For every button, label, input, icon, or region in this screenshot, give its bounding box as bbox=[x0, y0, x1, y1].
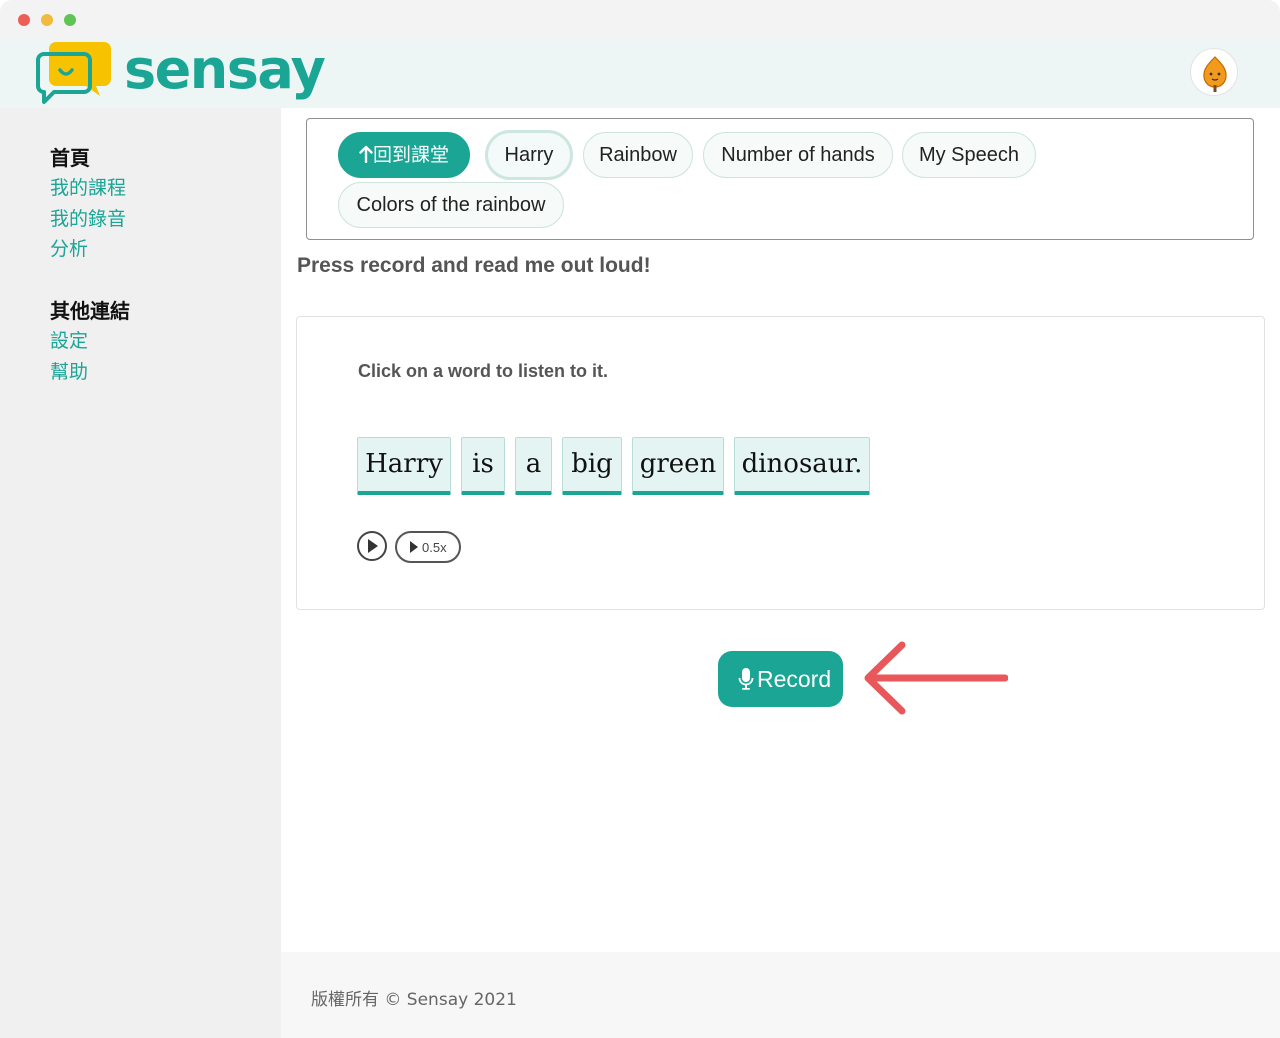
lesson-tab-harry[interactable]: Harry bbox=[485, 130, 573, 180]
lesson-tab-number-of-hands[interactable]: Number of hands bbox=[703, 132, 893, 178]
sweet-potato-avatar-icon bbox=[1203, 56, 1227, 92]
lesson-tab-colors-of-the-rainbow[interactable]: Colors of the rainbow bbox=[338, 182, 564, 228]
sidebar-item-my-recordings[interactable]: 我的錄音 bbox=[50, 204, 126, 231]
play-icon bbox=[368, 539, 378, 553]
listen-hint: Click on a word to listen to it. bbox=[358, 361, 609, 381]
word-harry[interactable]: Harry bbox=[357, 437, 451, 495]
sidebar-heading-other-links: 其他連結 bbox=[50, 299, 130, 323]
close-window-button[interactable] bbox=[18, 14, 30, 26]
window-titlebar bbox=[0, 0, 1280, 40]
word-green[interactable]: green bbox=[632, 437, 724, 495]
sidebar-item-help[interactable]: 幫助 bbox=[50, 357, 88, 384]
lesson-navigation: 回到課堂 Harry Rainbow Number of hands My Sp… bbox=[306, 118, 1254, 240]
play-icon bbox=[410, 541, 418, 553]
sidebar: 首頁 我的課程 我的錄音 分析 其他連結 設定 幫助 bbox=[0, 108, 281, 1038]
brand-name[interactable]: sensay bbox=[124, 42, 326, 98]
sidebar-heading-home[interactable]: 首頁 bbox=[50, 142, 90, 171]
sensay-logo-icon[interactable] bbox=[36, 40, 116, 108]
copyright-text: 版權所有 © Sensay 2021 bbox=[311, 990, 517, 1010]
word-a[interactable]: a bbox=[515, 437, 552, 495]
microphone-icon bbox=[738, 668, 754, 690]
lesson-tab-my-speech[interactable]: My Speech bbox=[902, 132, 1036, 178]
word-dinosaur[interactable]: dinosaur. bbox=[734, 437, 870, 495]
sidebar-item-settings[interactable]: 設定 bbox=[50, 326, 88, 353]
sidebar-item-analytics[interactable]: 分析 bbox=[50, 234, 88, 261]
maximize-window-button[interactable] bbox=[64, 14, 76, 26]
annotation-arrow-icon bbox=[864, 641, 1008, 715]
minimize-window-button[interactable] bbox=[41, 14, 53, 26]
arrow-up-icon bbox=[359, 145, 373, 164]
record-button[interactable]: Record bbox=[718, 651, 843, 707]
word-is[interactable]: is bbox=[461, 437, 505, 495]
back-to-class-button[interactable]: 回到課堂 bbox=[338, 132, 470, 178]
play-slow-button[interactable]: 0.5x bbox=[395, 531, 461, 563]
reading-prompt: Press record and read me out loud! bbox=[297, 254, 651, 277]
word-big[interactable]: big bbox=[562, 437, 622, 495]
user-avatar[interactable] bbox=[1190, 48, 1238, 96]
play-sentence-button[interactable] bbox=[357, 531, 387, 561]
record-label: Record bbox=[757, 666, 832, 692]
sidebar-item-my-courses[interactable]: 我的課程 bbox=[50, 173, 126, 200]
back-to-class-label: 回到課堂 bbox=[372, 144, 449, 166]
lesson-tab-rainbow[interactable]: Rainbow bbox=[583, 132, 693, 178]
app-header: sensay bbox=[0, 40, 1280, 108]
play-speed-label: 0.5x bbox=[422, 540, 447, 555]
footer: 版權所有 © Sensay 2021 bbox=[281, 952, 1280, 1038]
